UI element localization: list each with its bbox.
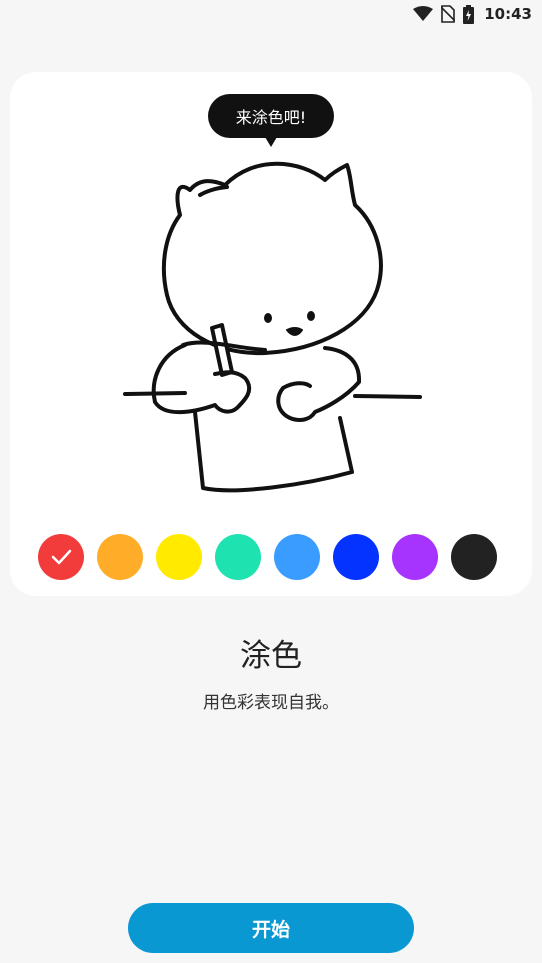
no-sim-icon (441, 5, 456, 23)
speech-bubble: 来涂色吧! (208, 94, 334, 138)
battery-charging-icon (463, 4, 475, 24)
color-swatch-row (38, 534, 508, 580)
speech-bubble-tail (265, 137, 277, 147)
swatch-teal[interactable] (215, 534, 261, 580)
checkmark-icon (51, 549, 72, 565)
cat-drawing-illustration (123, 161, 422, 493)
wifi-icon (413, 6, 434, 21)
feature-subtitle: 用色彩表现自我。 (203, 693, 339, 713)
start-button[interactable]: 开始 (128, 903, 414, 953)
swatch-orange[interactable] (97, 534, 143, 580)
swatch-red[interactable] (38, 534, 84, 580)
swatch-yellow[interactable] (156, 534, 202, 580)
swatch-purple[interactable] (392, 534, 438, 580)
swatch-sky-blue[interactable] (274, 534, 320, 580)
feature-title: 涂色 (240, 638, 302, 674)
status-bar: 10:43 (0, 0, 542, 28)
clock-time: 10:43 (484, 5, 532, 23)
swatch-black[interactable] (451, 534, 497, 580)
swatch-blue[interactable] (333, 534, 379, 580)
